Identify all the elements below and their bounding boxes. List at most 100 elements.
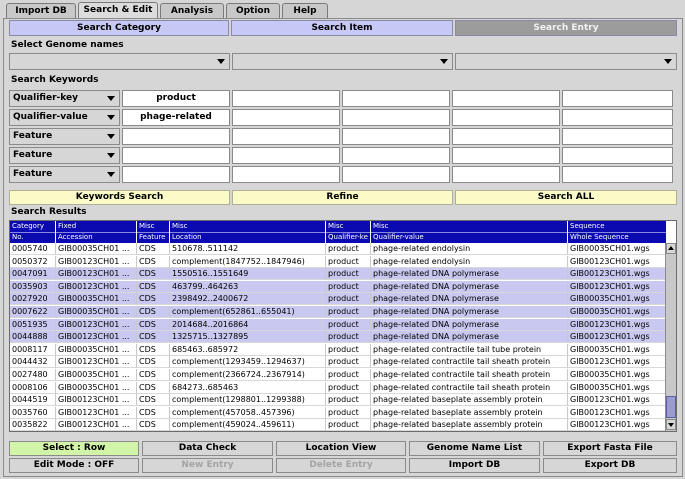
table-cell: GIB00123CH01.wgs <box>568 280 667 293</box>
select-row-button[interactable]: Select : Row <box>9 441 139 456</box>
table-row[interactable]: 0044432 GIB00123CH01 ... CDS complement(129… <box>10 356 667 369</box>
table-cell: 1550516..1551649 <box>170 268 326 281</box>
keyword-type-select[interactable]: Feature <box>9 147 120 164</box>
edit-mode-off-button[interactable]: Edit Mode : OFF <box>9 458 139 473</box>
column-header-name: Qualifier-value <box>373 233 424 241</box>
keyword-input[interactable] <box>562 147 673 164</box>
search-entry-button[interactable]: Search Entry <box>455 20 677 36</box>
tab-import-db[interactable]: Import DB <box>6 3 76 19</box>
keyword-input[interactable] <box>232 147 340 164</box>
tab-analysis[interactable]: Analysis <box>160 3 224 19</box>
table-row[interactable]: 0035760 GIB00123CH01 ... CDS complement(457… <box>10 406 667 419</box>
table-row[interactable]: 0008117 GIB00035CH01 ... CDS 685463..685972… <box>10 343 667 356</box>
keyword-input[interactable] <box>232 128 340 145</box>
import-db-button[interactable]: Import DB <box>409 458 540 473</box>
keyword-input[interactable] <box>452 109 560 126</box>
table-cell: complement(1298801..1299388) <box>170 394 326 407</box>
keyword-type-select[interactable]: Qualifier-value <box>9 109 120 126</box>
table-cell: CDS <box>137 255 170 268</box>
keyword-input[interactable] <box>232 166 340 183</box>
table-cell: 685463..685972 <box>170 343 326 356</box>
table-row[interactable]: 0044519 GIB00123CH01 ... CDS complement(129… <box>10 394 667 407</box>
export-fasta-file-button[interactable]: Export Fasta File <box>543 441 677 456</box>
scroll-down-button[interactable] <box>666 419 676 430</box>
keyword-type-select[interactable]: Feature <box>9 166 120 183</box>
table-row[interactable]: 0050372 GIB00123CH01 ... CDS complement(184… <box>10 255 667 268</box>
table-row[interactable]: 0044888 GIB00123CH01 ... CDS 1325715..13278… <box>10 331 667 344</box>
genome-select-2[interactable] <box>232 53 453 70</box>
search-category-button[interactable]: Search Category <box>9 20 229 36</box>
keyword-input[interactable] <box>562 128 673 145</box>
keyword-input[interactable] <box>562 109 673 126</box>
column-header[interactable]: Misc Qualifier-ke <box>326 221 371 243</box>
table-row[interactable]: 0008106 GIB00035CH01 ... CDS 684273..685463… <box>10 381 667 394</box>
refine-button[interactable]: Refine <box>232 190 453 205</box>
table-cell: CDS <box>137 394 170 407</box>
keyword-input[interactable] <box>562 166 673 183</box>
export-db-button[interactable]: Export DB <box>543 458 677 473</box>
keyword-input[interactable] <box>452 147 560 164</box>
keyword-input[interactable] <box>342 90 450 107</box>
search-item-button[interactable]: Search Item <box>231 20 453 36</box>
keyword-input[interactable] <box>342 128 450 145</box>
column-header-name: Whole Sequence <box>570 233 629 241</box>
table-row[interactable]: 0027480 GIB00035CH01 ... CDS complement(236… <box>10 369 667 381</box>
location-view-button[interactable]: Location View <box>276 441 406 456</box>
keyword-input[interactable]: phage-related <box>122 109 230 126</box>
results-section-label: Search Results <box>11 207 87 217</box>
table-row[interactable]: 0035903 GIB00123CH01 ... CDS 463799..464263… <box>10 280 667 293</box>
keyword-input[interactable] <box>452 90 560 107</box>
table-cell: 0051935 <box>10 318 56 331</box>
keyword-input[interactable] <box>232 109 340 126</box>
keyword-input[interactable] <box>452 128 560 145</box>
table-cell: 0027480 <box>10 369 56 381</box>
tab-search-edit[interactable]: Search & Edit <box>78 2 158 19</box>
table-cell: 0044432 <box>10 356 56 369</box>
search-all-button[interactable]: Search ALL <box>455 190 677 205</box>
chevron-down-icon <box>107 96 115 101</box>
keyword-input[interactable] <box>122 147 230 164</box>
keyword-type-select[interactable]: Qualifier-key <box>9 90 120 107</box>
table-cell: phage-related endolysin <box>371 243 568 255</box>
table-row[interactable]: 0047091 GIB00123CH01 ... CDS 1550516..15516… <box>10 268 667 281</box>
results-scrollbar[interactable] <box>665 243 676 431</box>
table-row[interactable]: 0005740 GIB00035CH01 ... CDS 510678..511142… <box>10 243 667 255</box>
column-header-group: Fixed <box>58 222 77 230</box>
column-header[interactable]: Fixed Accession <box>56 221 137 243</box>
column-header[interactable]: Misc Qualifier-value <box>371 221 568 243</box>
keyword-type-select[interactable]: Feature <box>9 128 120 145</box>
data-check-button[interactable]: Data Check <box>142 441 273 456</box>
table-cell: product <box>326 381 371 394</box>
table-cell: GIB00035CH01 ... <box>56 369 137 381</box>
scroll-thumb[interactable] <box>666 396 676 418</box>
genome-name-list-button[interactable]: Genome Name List <box>409 441 540 456</box>
column-header[interactable]: Misc Location <box>170 221 326 243</box>
keyword-input[interactable] <box>562 90 673 107</box>
table-row[interactable]: 0051935 GIB00123CH01 ... CDS 2014684..20168… <box>10 318 667 331</box>
tab-help[interactable]: Help <box>282 3 328 19</box>
table-row[interactable]: 0007622 GIB00035CH01 ... CDS complement(652… <box>10 306 667 318</box>
tab-option[interactable]: Option <box>226 3 280 19</box>
scroll-up-button[interactable] <box>666 243 676 254</box>
chevron-down-icon <box>107 115 115 120</box>
keyword-input[interactable] <box>232 90 340 107</box>
table-cell: GIB00035CH01 ... <box>56 381 137 394</box>
keyword-input[interactable]: product <box>122 90 230 107</box>
keyword-input[interactable] <box>122 166 230 183</box>
keyword-input[interactable] <box>342 166 450 183</box>
table-row[interactable]: 0027920 GIB00035CH01 ... CDS 2398492..24006… <box>10 293 667 306</box>
genome-select-1[interactable] <box>9 53 230 70</box>
table-row[interactable]: 0035822 GIB00123CH01 ... CDS complement(459… <box>10 419 667 431</box>
keyword-input[interactable] <box>342 147 450 164</box>
column-header[interactable]: Category No. <box>10 221 56 243</box>
keyword-input[interactable] <box>452 166 560 183</box>
keyword-input[interactable] <box>342 109 450 126</box>
table-cell: 463799..464263 <box>170 280 326 293</box>
column-header[interactable]: Sequence Whole Sequence <box>568 221 667 243</box>
genome-select-3[interactable] <box>455 53 677 70</box>
table-cell: phage-related DNA polymerase <box>371 318 568 331</box>
column-header[interactable]: Misc Feature <box>137 221 170 243</box>
results-table[interactable]: Category No. Fixed Accession Misc Feature Misc… <box>9 220 677 432</box>
keyword-input[interactable] <box>122 128 230 145</box>
keywords-search-button[interactable]: Keywords Search <box>9 190 230 205</box>
